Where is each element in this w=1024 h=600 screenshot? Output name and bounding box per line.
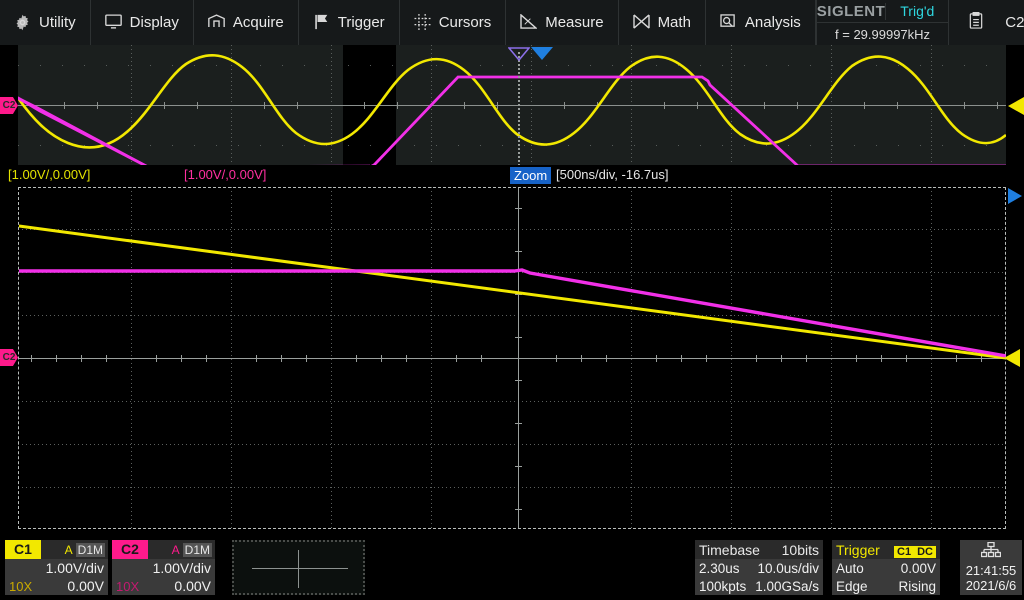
gear-icon	[14, 14, 31, 31]
xy-preview-box[interactable]	[232, 540, 365, 595]
timebase-memory: 100kpts	[699, 579, 746, 594]
status-block: SIGLENT Trig'd f = 29.99997kHz	[816, 0, 950, 45]
upper-traces	[18, 45, 1006, 165]
channel-tag-c2[interactable]: C2	[112, 540, 148, 559]
trigger-level: 0.00V	[901, 561, 936, 576]
menu-item-analysis[interactable]: Analysis	[706, 0, 816, 45]
measure-triangle-icon	[520, 14, 537, 31]
xy-crosshair-icon	[252, 568, 348, 569]
menu-right-label: C2	[1005, 14, 1024, 31]
channel-box-c1[interactable]: C1 A D1M 1.00V/div 10X 0.00V	[5, 540, 108, 595]
flag-icon	[313, 14, 330, 31]
monitor-icon	[105, 14, 122, 31]
c2-scale-label: [1.00V/,0.00V]	[184, 167, 266, 182]
menu-label-trigger: Trigger	[338, 14, 385, 31]
trigger-box[interactable]: Trigger C1DC Auto 0.00V Edge Rising	[832, 540, 940, 595]
zoom-c1-offset-marker[interactable]	[1004, 349, 1020, 367]
c1-impedance: D1M	[76, 543, 105, 557]
trigger-title: Trigger	[836, 542, 880, 558]
clock-box: 21:41:55 2021/6/6	[960, 540, 1022, 595]
menu-item-display[interactable]: Display	[91, 0, 194, 45]
c2-offset: 0.00V	[174, 578, 211, 594]
menu-item-acquire[interactable]: Acquire	[194, 0, 299, 45]
zoom-waveform-area: C2	[0, 185, 1024, 535]
trigger-mode: Auto	[836, 561, 864, 576]
menu-label-display: Display	[130, 14, 179, 31]
channel-scale-label-row: [1.00V/,0.00V] [1.00V/,0.00V] Zoom [500n…	[0, 166, 1024, 185]
menu-item-math[interactable]: Math	[619, 0, 706, 45]
menu-item-cursors[interactable]: Cursors	[400, 0, 507, 45]
top-menu-bar: Utility Display Acquire	[0, 0, 1024, 45]
c2-impedance: D1M	[183, 543, 212, 557]
upper-c1-offset-marker[interactable]	[1008, 97, 1024, 115]
channel-box-c2[interactable]: C2 A D1M 1.00V/div 10X 0.00V	[112, 540, 215, 595]
zoom-traces	[18, 187, 1006, 529]
timebase-sample-rate: 1.00GSa/s	[755, 579, 819, 594]
clock-date: 2021/6/6	[966, 578, 1017, 593]
trigger-type: Edge	[836, 579, 868, 594]
zoom-trace-c1	[19, 226, 1006, 358]
trigger-position-marker[interactable]	[531, 47, 553, 60]
menu-label-analysis: Analysis	[745, 14, 801, 31]
siglent-logo: SIGLENT	[817, 3, 887, 20]
bottom-status-bar: C1 A D1M 1.00V/div 10X 0.00V C2 A	[0, 535, 1024, 600]
delay-position-marker[interactable]	[508, 47, 530, 61]
upper-trace-c2	[18, 98, 370, 165]
c2-probe: 10X	[116, 579, 139, 594]
c1-volts-div: 1.00V/div	[46, 560, 104, 576]
zoom-trigger-edge-marker[interactable]	[1008, 188, 1022, 204]
cursors-grid-icon	[414, 14, 431, 31]
c1-scale-label: [1.00V/,0.00V]	[8, 167, 90, 182]
menu-label-measure: Measure	[545, 14, 603, 31]
delay-indicator-line	[518, 52, 520, 165]
c1-offset: 0.00V	[67, 578, 104, 594]
trigger-coupling: DC	[914, 546, 936, 558]
zoom-trace-c2	[19, 270, 1006, 356]
menu-item-measure[interactable]: Measure	[506, 0, 618, 45]
menu-right-group[interactable]: C2	[949, 0, 1024, 45]
frequency-readout: f = 29.99997kHz	[817, 22, 949, 45]
trigger-slope: Rising	[898, 579, 936, 594]
menu-label-utility: Utility	[39, 14, 76, 31]
menu-label-acquire: Acquire	[233, 14, 284, 31]
c1-coupling: A	[65, 543, 73, 557]
zoom-mode-tag[interactable]: Zoom	[510, 167, 551, 184]
menu-label-math: Math	[658, 14, 691, 31]
network-icon	[981, 542, 1001, 563]
clipboard-icon	[969, 12, 983, 33]
timebase-box[interactable]: Timebase 10bits 2.30us 10.0us/div 100kpt…	[695, 540, 823, 595]
zoom-grid[interactable]	[18, 187, 1006, 529]
trigger-status: Trig'd	[886, 3, 948, 19]
menu-label-cursors: Cursors	[439, 14, 492, 31]
timebase-delay: 2.30us	[699, 561, 740, 576]
channel-tag-c1[interactable]: C1	[5, 540, 41, 559]
analysis-magnifier-icon	[720, 14, 737, 31]
timebase-bits: 10bits	[782, 542, 819, 558]
upper-c2-offset-marker[interactable]: C2	[0, 97, 18, 114]
timebase-scale: 10.0us/div	[757, 561, 819, 576]
upper-trace-c2-path	[18, 77, 1006, 165]
c1-probe: 10X	[9, 579, 32, 594]
timebase-title: Timebase	[699, 542, 760, 558]
oscilloscope-screen: Utility Display Acquire	[0, 0, 1024, 600]
c2-volts-div: 1.00V/div	[153, 560, 211, 576]
trigger-source: C1	[894, 546, 914, 558]
zoom-timebase-info: [500ns/div, -16.7us]	[556, 167, 669, 182]
math-icon	[633, 14, 650, 31]
acquire-icon	[208, 14, 225, 31]
upper-trace-c1	[18, 55, 1006, 147]
menu-item-trigger[interactable]: Trigger	[299, 0, 400, 45]
c2-coupling: A	[172, 543, 180, 557]
upper-waveform-area: C2	[0, 45, 1024, 165]
upper-grid[interactable]	[18, 45, 1006, 165]
clock-time: 21:41:55	[966, 563, 1017, 578]
zoom-c2-offset-marker[interactable]: C2	[0, 349, 18, 366]
menu-item-utility[interactable]: Utility	[0, 0, 91, 45]
